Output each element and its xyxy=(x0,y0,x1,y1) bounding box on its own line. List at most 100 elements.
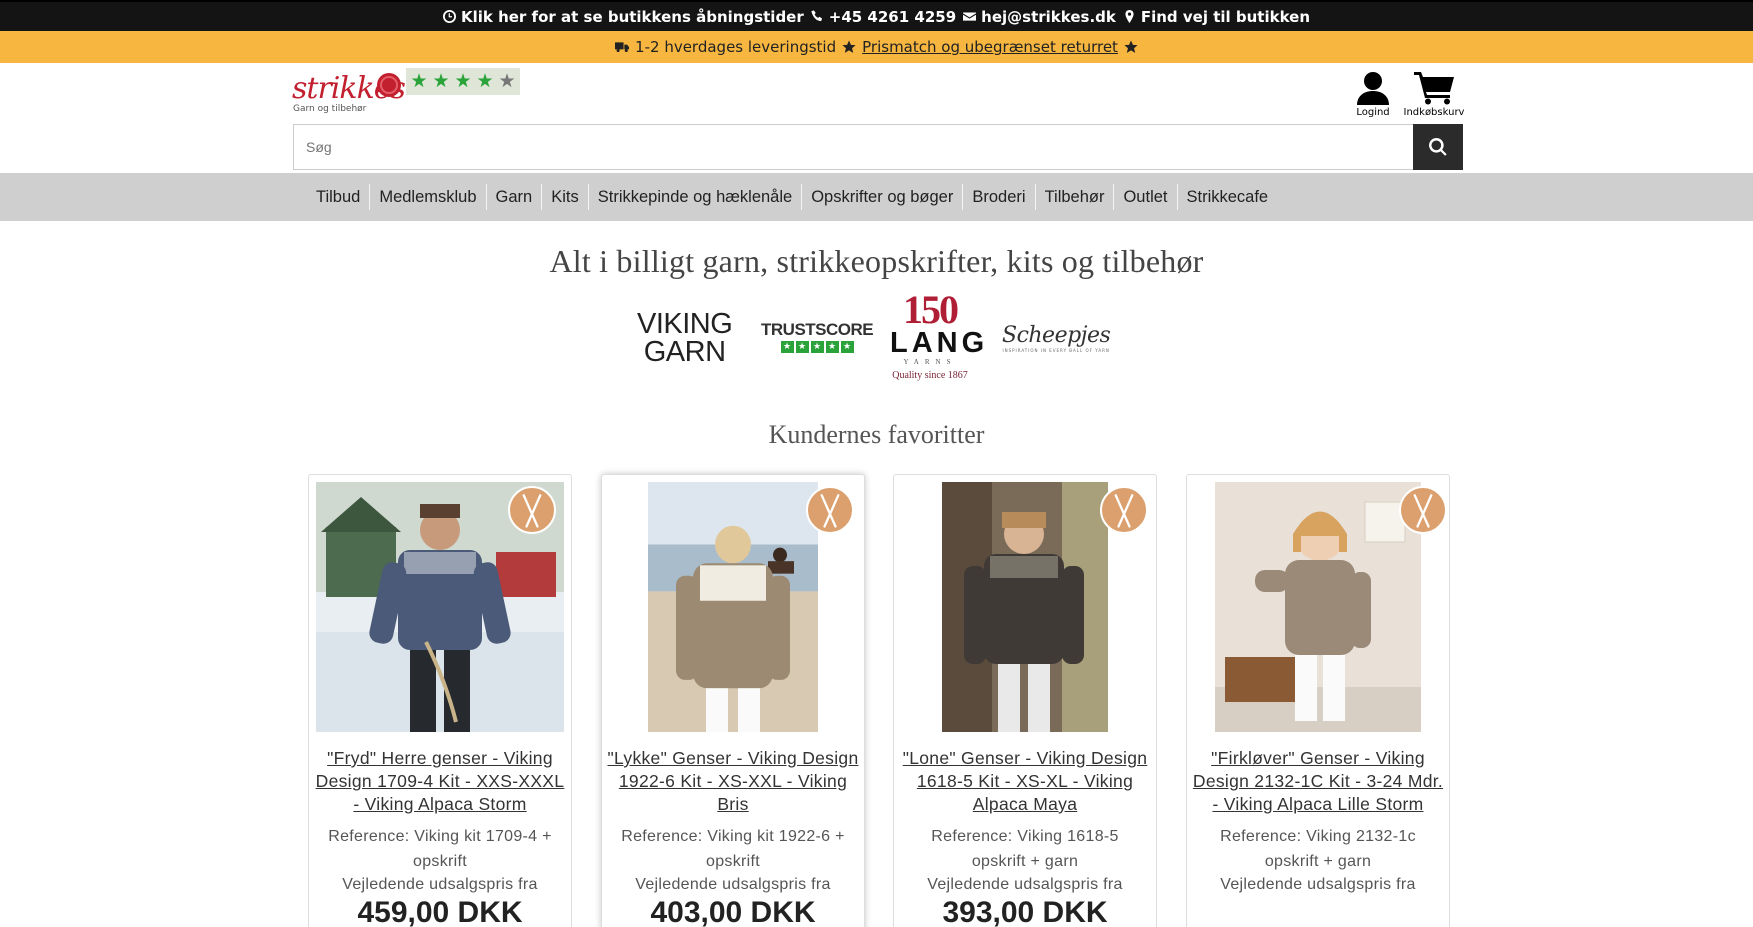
price-label: Vejledende udsalgspris fra xyxy=(342,876,538,893)
page-title: Alt i billigt garn, strikkeopskrifter, k… xyxy=(549,243,1204,279)
site-header: strikkes Garn og tilbehør ★ ★ ★ ★ ★ Logi… xyxy=(0,63,1753,173)
price-label: Vejledende udsalgspris fra xyxy=(927,876,1123,893)
brand-logos: VIKING GARN TRUSTSCORE ★ ★ ★ ★ ★ 150 LANG YA… xyxy=(0,290,1753,410)
email-text: hej@strikkes.dk xyxy=(981,7,1116,26)
lang-number: 150 xyxy=(903,287,959,332)
knitting-needles-icon xyxy=(1399,486,1447,534)
scheepjes-logo[interactable]: Scheepjes INSPIRATION IN EVERY BALL OF Y… xyxy=(1002,323,1111,353)
product-reference: Reference: Viking 2132-1c opskrift + gar… xyxy=(1220,828,1416,870)
search-input[interactable] xyxy=(293,124,1413,170)
cart-button[interactable]: Indkøbskurv xyxy=(1403,71,1465,118)
star-icon xyxy=(1124,40,1138,53)
viking-logo-line1: VIKING xyxy=(637,308,733,340)
lang-name: LANG xyxy=(890,327,989,359)
scheepjes-tagline: INSPIRATION IN EVERY BALL OF YARN xyxy=(1002,348,1110,353)
viking-garn-logo[interactable]: VIKING GARN xyxy=(637,308,733,368)
map-marker-icon xyxy=(1125,10,1134,23)
lang-yarns: YARNS xyxy=(903,358,957,366)
star-icon xyxy=(842,40,856,53)
lang-quality: Quality since 1867 xyxy=(892,370,968,381)
knitting-needles-icon xyxy=(508,486,556,534)
product-reference: Reference: Viking kit 1922-6 + opskrift xyxy=(621,828,845,870)
star-icon: ★ xyxy=(432,70,450,92)
rating-stars[interactable]: ★ ★ ★ ★ ★ xyxy=(406,68,520,95)
trustscore-logo[interactable]: TRUSTSCORE ★ ★ ★ ★ ★ xyxy=(761,320,874,353)
clock-icon xyxy=(442,10,456,23)
star-icon: ★ xyxy=(840,341,854,353)
product-reference: Reference: Viking 1618-5 opskrift + garn xyxy=(931,828,1119,870)
knitting-needles-icon xyxy=(1100,486,1148,534)
product-card[interactable]: "Lykke" Genser - Viking Design 1922-6 Ki… xyxy=(601,474,865,927)
strikkes-logo[interactable]: strikkes Garn og tilbehør xyxy=(292,67,406,115)
product-reference: Reference: Viking kit 1709-4 + opskrift xyxy=(328,828,552,870)
product-title[interactable]: "Lone" Genser - Viking Design 1618-5 Kit… xyxy=(898,747,1152,816)
product-price: 403,00 DKK xyxy=(650,896,816,927)
user-icon xyxy=(1357,72,1389,105)
product-image[interactable] xyxy=(648,482,854,732)
viking-logo-line2: GARN xyxy=(643,336,726,368)
star-icon: ★ xyxy=(810,341,824,353)
price-label: Vejledende udsalgspris fra xyxy=(635,876,831,893)
price-match-link[interactable]: Prismatch og ubegrænset returret xyxy=(862,38,1118,56)
product-price: 459,00 DKK xyxy=(357,896,523,927)
cart-label: Indkøbskurv xyxy=(1403,107,1465,118)
yarn-ball-icon xyxy=(377,73,401,97)
product-title[interactable]: "Firkløver" Genser - Viking Design 2132-… xyxy=(1191,747,1445,816)
opening-hours-text: Klik her for at se butikkens åbningstide… xyxy=(460,7,804,26)
opening-hours-link[interactable]: Klik her for at se butikkens åbningstide… xyxy=(442,7,804,26)
top-info-bar: Klik her for at se butikkens åbningstide… xyxy=(0,0,1753,31)
star-icon: ★ xyxy=(410,70,428,92)
search-button[interactable] xyxy=(1413,124,1463,170)
product-image[interactable] xyxy=(942,482,1148,732)
nav-item-medlemsklub[interactable]: Medlemsklub xyxy=(369,184,485,210)
main-nav: Tilbud Medlemsklub Garn Kits Strikkepind… xyxy=(0,173,1753,221)
sweater-photo xyxy=(1215,482,1421,732)
nav-item-garn[interactable]: Garn xyxy=(485,184,542,210)
sweater-photo xyxy=(648,482,818,732)
product-title[interactable]: "Lykke" Genser - Viking Design 1922-6 Ki… xyxy=(606,747,860,816)
price-label: Vejledende udsalgspris fra xyxy=(1220,876,1416,893)
nav-item-broderi[interactable]: Broderi xyxy=(962,184,1034,210)
star-half-icon: ★ xyxy=(498,70,516,92)
logo-tagline: Garn og tilbehør xyxy=(293,104,367,114)
knitting-needles-icon xyxy=(806,486,854,534)
product-card[interactable]: "Firkløver" Genser - Viking Design 2132-… xyxy=(1186,474,1450,927)
star-icon: ★ xyxy=(795,341,809,353)
sweater-photo xyxy=(942,482,1108,732)
product-price: 393,00 DKK xyxy=(942,896,1108,927)
favorites-heading: Kundernes favoritter xyxy=(768,420,985,449)
nav-item-opskrifter[interactable]: Opskrifter og bøger xyxy=(801,184,962,210)
product-card[interactable]: "Fryd" Herre genser - Viking Design 1709… xyxy=(308,474,572,927)
shopping-cart-icon xyxy=(1414,72,1454,105)
product-image[interactable] xyxy=(1215,482,1447,732)
nav-item-strikkepinde[interactable]: Strikkepinde og hæklenåle xyxy=(587,184,801,210)
nav-item-tilbehor[interactable]: Tilbehør xyxy=(1034,184,1114,210)
truck-icon xyxy=(615,42,630,53)
nav-item-outlet[interactable]: Outlet xyxy=(1113,184,1176,210)
star-icon: ★ xyxy=(825,341,839,353)
phone-link[interactable]: +45 4261 4259 xyxy=(811,8,956,26)
login-label: Logind xyxy=(1356,107,1390,118)
product-grid: "Fryd" Herre genser - Viking Design 1709… xyxy=(0,474,1753,927)
star-icon: ★ xyxy=(454,70,472,92)
lang-yarns-logo[interactable]: 150 LANG YARNS Quality since 1867 xyxy=(890,287,989,382)
trustscore-text: TRUSTSCORE xyxy=(761,320,874,339)
nav-item-tilbud[interactable]: Tilbud xyxy=(307,184,369,210)
directions-link[interactable]: Find vej til butikken xyxy=(1123,8,1310,26)
email-link[interactable]: hej@strikkes.dk xyxy=(963,8,1116,26)
star-icon: ★ xyxy=(780,341,794,353)
envelope-icon xyxy=(963,12,977,21)
phone-icon xyxy=(811,10,822,22)
login-button[interactable]: Logind xyxy=(1355,71,1391,118)
scheepjes-name: Scheepjes xyxy=(1002,323,1111,348)
trustscore-stars: ★ ★ ★ ★ ★ xyxy=(761,341,873,353)
star-icon: ★ xyxy=(476,70,494,92)
product-image[interactable] xyxy=(316,482,564,732)
product-title[interactable]: "Fryd" Herre genser - Viking Design 1709… xyxy=(313,747,567,816)
phone-text: +45 4261 4259 xyxy=(828,7,957,26)
nav-item-kits[interactable]: Kits xyxy=(541,184,588,210)
nav-item-strikkecafe[interactable]: Strikkecafe xyxy=(1176,184,1278,210)
directions-text: Find vej til butikken xyxy=(1140,7,1311,26)
search-icon xyxy=(1429,138,1447,156)
product-card[interactable]: "Lone" Genser - Viking Design 1618-5 Kit… xyxy=(893,474,1157,927)
